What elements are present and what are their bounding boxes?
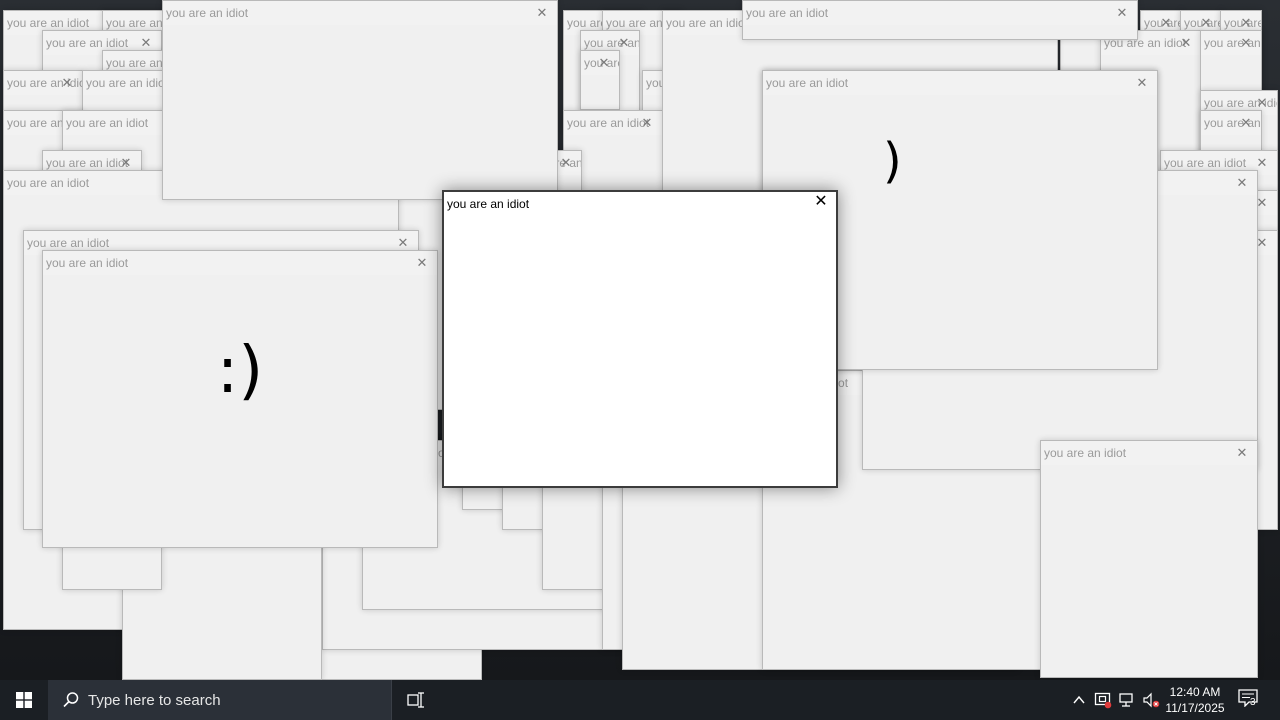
start-button[interactable] bbox=[0, 680, 48, 720]
window-title: you are an idiot bbox=[746, 6, 829, 20]
close-icon[interactable]: ✕ bbox=[1239, 16, 1253, 30]
close-icon[interactable]: ✕ bbox=[119, 156, 133, 170]
windows-logo-icon bbox=[16, 692, 32, 708]
idiot-window[interactable]: you are an idiot ✕ bbox=[742, 0, 1138, 40]
smiley-face: ) bbox=[883, 133, 902, 189]
clock-time: 12:40 AM bbox=[1169, 685, 1221, 699]
window-title: you are an idiot bbox=[166, 6, 249, 20]
window-titlebar[interactable]: you are an idiot ✕ bbox=[163, 1, 557, 25]
window-title: you are an idiot bbox=[1164, 156, 1247, 170]
close-icon[interactable]: ✕ bbox=[1239, 116, 1253, 130]
task-view-button[interactable] bbox=[404, 680, 428, 720]
close-icon[interactable]: ✕ bbox=[597, 56, 611, 70]
close-icon[interactable]: ✕ bbox=[1235, 176, 1249, 190]
window-title: you are an idiot bbox=[66, 116, 149, 130]
security-alert-icon[interactable] bbox=[1094, 691, 1112, 709]
window-title: you are an idiot bbox=[7, 176, 90, 190]
desktop: you are an idiot✕you are an idiot✕you ar… bbox=[0, 0, 1280, 680]
window-title: you are an idiot bbox=[584, 36, 640, 50]
window-titlebar[interactable]: you are an idiot✕ bbox=[564, 111, 662, 135]
taskbar-search-box[interactable]: Type here to search bbox=[48, 680, 392, 720]
close-icon[interactable]: ✕ bbox=[1135, 76, 1149, 90]
clock-date: 11/17/2025 bbox=[1165, 701, 1225, 715]
idiot-window[interactable]: you are an idiot ✕ bbox=[1040, 440, 1258, 678]
search-icon bbox=[63, 692, 79, 708]
idiot-window[interactable]: you are an idiot✕ bbox=[580, 50, 620, 110]
window-title: you are an idiot bbox=[447, 197, 530, 211]
network-icon[interactable] bbox=[1118, 691, 1136, 709]
window-titlebar[interactable]: you are an idiot✕ bbox=[581, 51, 619, 75]
close-icon[interactable]: ✕ bbox=[1179, 36, 1193, 50]
idiot-window[interactable]: you are an idiot ✕ bbox=[162, 0, 558, 200]
taskbar: Type here to search 12:40 AM 11/17/2025 bbox=[0, 680, 1280, 720]
close-icon[interactable]: ✕ bbox=[415, 256, 429, 270]
window-title: you are an idiot bbox=[46, 36, 129, 50]
notification-count: 3 bbox=[1250, 697, 1256, 708]
task-view-icon bbox=[407, 692, 424, 708]
window-titlebar[interactable]: you are an idiot ✕ bbox=[444, 192, 836, 216]
window-title: you are an idiot bbox=[46, 256, 129, 270]
window-title: you are an idiot bbox=[666, 16, 749, 30]
idiot-window[interactable]: you are an idiot ✕:) bbox=[42, 250, 438, 548]
close-icon[interactable]: ✕ bbox=[640, 116, 654, 130]
close-icon[interactable]: ✕ bbox=[1159, 16, 1173, 30]
taskbar-clock[interactable]: 12:40 AM 11/17/2025 bbox=[1164, 684, 1226, 716]
close-icon[interactable]: ✕ bbox=[1255, 96, 1269, 110]
window-title: you are an idiot bbox=[7, 16, 90, 30]
close-icon[interactable]: ✕ bbox=[559, 156, 573, 170]
close-icon[interactable]: ✕ bbox=[1235, 446, 1249, 460]
window-title: you are an idiot bbox=[27, 236, 110, 250]
window-title: you are an idiot bbox=[567, 116, 650, 130]
close-icon[interactable]: ✕ bbox=[1199, 16, 1213, 30]
close-icon[interactable]: ✕ bbox=[60, 76, 74, 90]
close-icon[interactable]: ✕ bbox=[139, 36, 153, 50]
window-title: you are an idiot bbox=[1044, 446, 1127, 460]
window-title: you are an idiot bbox=[86, 76, 169, 90]
window-title: you are an idiot bbox=[1204, 116, 1261, 130]
window-titlebar[interactable]: you are an idiot✕ bbox=[4, 71, 82, 95]
window-titlebar[interactable]: you are an idiot✕ bbox=[1201, 31, 1261, 55]
close-icon[interactable]: ✕ bbox=[814, 194, 828, 210]
close-icon[interactable]: ✕ bbox=[617, 36, 631, 50]
notification-center-button[interactable]: 3 bbox=[1238, 689, 1262, 711]
window-titlebar[interactable]: you are an idiot ✕ bbox=[743, 1, 1137, 25]
chevron-up-icon[interactable] bbox=[1070, 691, 1088, 709]
window-titlebar[interactable]: you are an idiot ✕ bbox=[43, 251, 437, 275]
volume-muted-icon[interactable] bbox=[1142, 691, 1160, 709]
window-titlebar[interactable]: you are an idiot ✕ bbox=[763, 71, 1157, 95]
idiot-window[interactable]: you are an idiot ✕ bbox=[442, 190, 838, 488]
search-placeholder: Type here to search bbox=[88, 692, 221, 709]
close-icon[interactable]: ✕ bbox=[1239, 36, 1253, 50]
window-title: you are an idiot bbox=[766, 76, 849, 90]
window-title: you are an idiot bbox=[1204, 36, 1261, 50]
close-icon[interactable]: ✕ bbox=[535, 6, 549, 20]
close-icon[interactable]: ✕ bbox=[1115, 6, 1129, 20]
smiley-face: :) bbox=[216, 334, 264, 408]
window-titlebar[interactable]: you are an idiot ✕ bbox=[1041, 441, 1257, 465]
window-titlebar[interactable]: you are an idiot✕ bbox=[1201, 111, 1261, 135]
close-icon[interactable]: ✕ bbox=[396, 236, 410, 250]
window-title: you are an idiot bbox=[46, 156, 129, 170]
close-icon[interactable]: ✕ bbox=[1255, 156, 1269, 170]
